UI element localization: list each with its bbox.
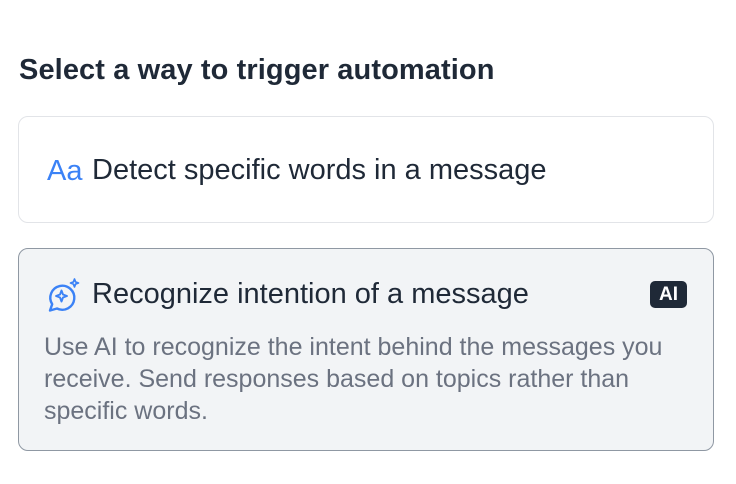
option-recognize-intention-label: Recognize intention of a message [92, 278, 529, 310]
text-aa-icon: Aa [47, 155, 83, 187]
ai-chat-sparkle-icon [48, 278, 80, 312]
option-detect-words[interactable]: Aa Detect specific words in a message [18, 116, 714, 223]
option-recognize-intention[interactable]: Recognize intention of a message AI Use … [18, 248, 714, 451]
option-detect-words-label: Detect specific words in a message [92, 154, 547, 186]
option-recognize-intention-description: Use AI to recognize the intent behind th… [44, 333, 663, 425]
ai-badge: AI [650, 281, 687, 308]
page-title: Select a way to trigger automation [19, 54, 495, 86]
